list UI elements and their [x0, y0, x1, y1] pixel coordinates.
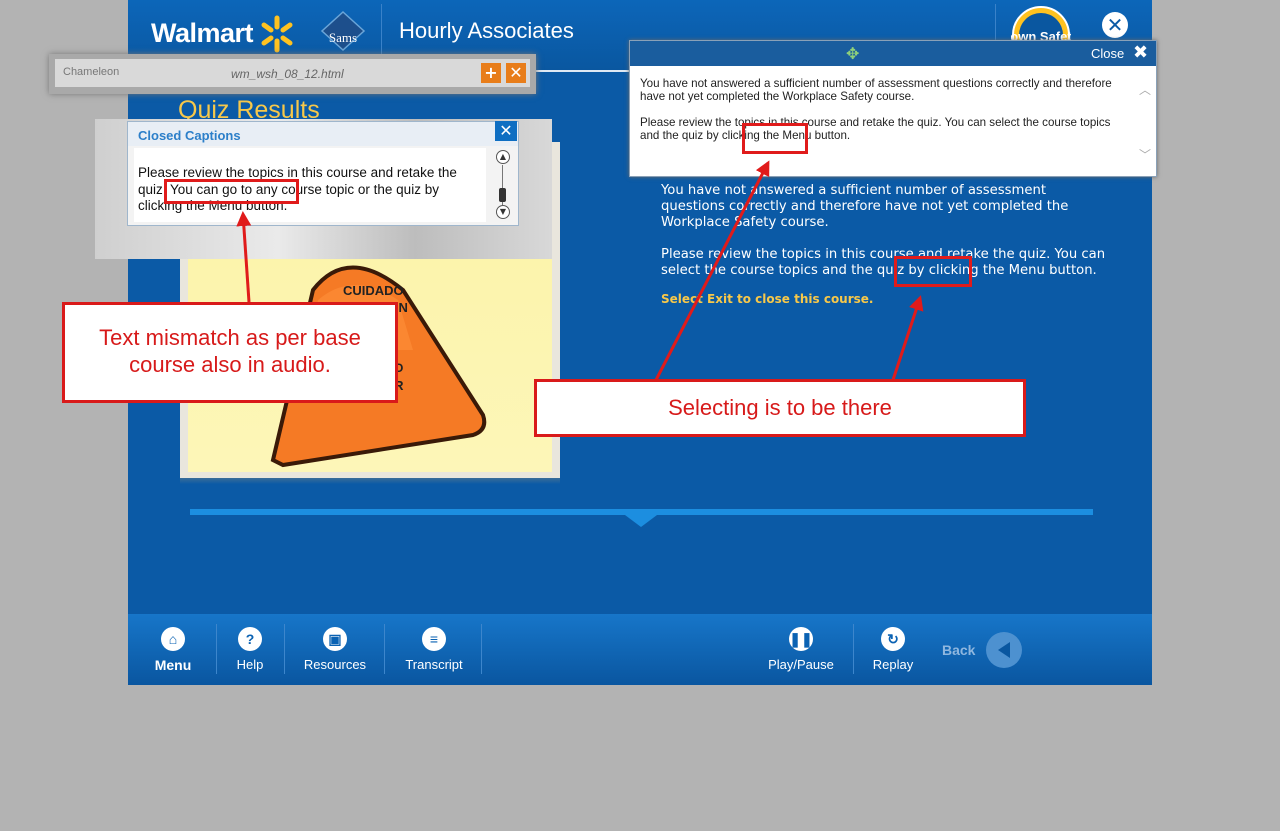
annotation-left: Text mismatch as per base course also in…	[62, 302, 398, 403]
arrow-to-captions	[236, 211, 252, 303]
arrow-to-result	[891, 295, 924, 381]
arrow-to-popup	[654, 160, 770, 381]
annotation-right: Selecting is to be there	[534, 379, 1026, 437]
